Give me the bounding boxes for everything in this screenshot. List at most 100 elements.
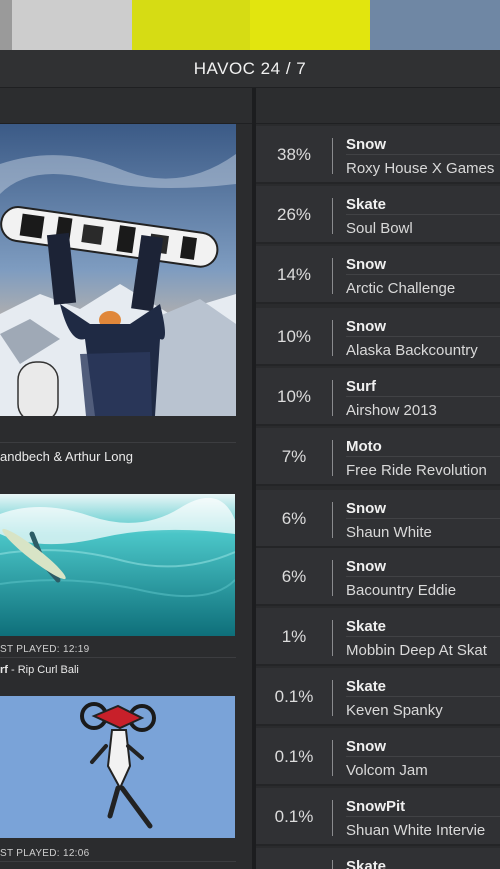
right-subheader	[256, 88, 500, 124]
list-item[interactable]: 38% Snow Roxy House X Games	[256, 126, 500, 184]
last-played-time: ST PLAYED: 12:19	[0, 644, 90, 655]
color-swatch	[250, 0, 370, 50]
item-category: Skate	[346, 618, 387, 635]
share-percent: 1%	[281, 627, 307, 646]
list-item[interactable]: 7% Moto Free Ride Revolution	[256, 428, 500, 486]
item-category: Snow	[346, 136, 386, 153]
moto-photo	[0, 696, 235, 838]
item-title: Free Ride Revolution	[346, 462, 487, 479]
color-swatch	[370, 0, 500, 50]
surf-photo	[0, 494, 235, 636]
item-title: Mobbin Deep At Skat	[346, 642, 487, 659]
list-item[interactable]: 10% Snow Alaska Backcountry	[256, 308, 500, 366]
item-category: Snow	[346, 256, 386, 273]
app-title: HAVOC 24 / 7	[193, 58, 307, 78]
list-item[interactable]: 1% Skate Mobbin Deep At Skat	[256, 608, 500, 666]
video-caption: andbech & Arthur Long	[0, 449, 133, 464]
row-divider	[332, 138, 333, 174]
list-item[interactable]: 0.1% Skate Keven Spanky	[256, 668, 500, 726]
item-category: Snow	[346, 558, 386, 575]
row-divider	[332, 258, 333, 294]
share-percent: 0.1%	[274, 807, 314, 826]
row-divider	[332, 680, 333, 716]
share-percent: 10%	[276, 327, 312, 346]
item-category: Skate	[346, 858, 387, 869]
list-item[interactable]: 14% Snow Arctic Challenge	[256, 246, 500, 304]
color-swatch	[12, 0, 132, 50]
row-rule	[346, 636, 500, 637]
video-feed: andbech & Arthur Long ST PLAYED: 12:19 r…	[0, 124, 252, 869]
row-rule	[346, 274, 500, 275]
color-swatch	[0, 0, 12, 50]
item-category: Surf	[346, 378, 376, 395]
item-category: Skate	[346, 678, 387, 695]
video-category: rf	[0, 664, 11, 676]
row-divider	[332, 440, 333, 476]
item-title: Keven Spanky	[346, 702, 443, 719]
card-divider	[0, 657, 236, 658]
list-item[interactable]: 6% Snow Bacountry Eddie	[256, 548, 500, 606]
video-thumbnail[interactable]	[0, 124, 236, 416]
row-rule	[346, 214, 500, 215]
color-swatch	[132, 0, 250, 50]
item-category: Snow	[346, 500, 386, 517]
share-percent: 38%	[276, 145, 312, 164]
share-percent: 6%	[281, 509, 307, 528]
row-rule	[346, 576, 500, 577]
list-item[interactable]: 0.1% SnowPit Shuan White Intervie	[256, 788, 500, 846]
row-rule	[346, 816, 500, 817]
row-divider	[332, 620, 333, 656]
item-category: Snow	[346, 738, 386, 755]
row-rule	[346, 518, 500, 519]
share-percent: 0.1%	[274, 687, 314, 706]
item-category: Snow	[346, 318, 386, 335]
app-header: HAVOC 24 / 7	[0, 50, 500, 88]
item-category: SnowPit	[346, 798, 406, 815]
item-category: Moto	[346, 438, 382, 455]
share-percent: 6%	[281, 567, 307, 586]
item-title: Airshow 2013	[346, 402, 437, 419]
video-thumbnail[interactable]	[0, 696, 235, 838]
row-divider	[332, 800, 333, 836]
item-title: Shaun White	[346, 524, 432, 541]
row-rule	[346, 756, 500, 757]
video-title: andbech & Arthur Long	[0, 449, 133, 464]
row-divider	[332, 740, 333, 776]
color-strip	[0, 0, 500, 50]
share-percent: 14%	[276, 265, 312, 284]
share-percent: 0.1%	[274, 747, 314, 766]
list-item[interactable]: 6% Snow Shaun White	[256, 490, 500, 548]
row-rule	[346, 396, 500, 397]
share-percent: 7%	[281, 447, 307, 466]
item-title: Soul Bowl	[346, 220, 413, 237]
row-divider	[332, 380, 333, 416]
row-divider	[332, 198, 333, 234]
video-thumbnail[interactable]	[0, 494, 235, 636]
share-percent: 10%	[276, 387, 312, 406]
row-divider	[332, 860, 333, 869]
list-item[interactable]: 26% Skate Soul Bowl	[256, 186, 500, 244]
list-item[interactable]: 10% Surf Airshow 2013	[256, 368, 500, 426]
item-title: Roxy House X Games	[346, 160, 495, 177]
item-title: Bacountry Eddie	[346, 582, 457, 599]
row-rule	[346, 456, 500, 457]
list-item[interactable]: 0.1% Snow Volcom Jam	[256, 728, 500, 786]
share-percent	[256, 848, 332, 869]
item-title: Shuan White Intervie	[346, 822, 486, 839]
video-caption: rf - Rip Curl Bali	[0, 664, 79, 676]
row-rule	[346, 154, 500, 155]
item-title: Alaska Backcountry	[346, 342, 478, 359]
item-title: Volcom Jam	[346, 762, 428, 779]
row-divider	[332, 560, 333, 596]
snowboard-photo	[0, 124, 236, 416]
item-category: Skate	[346, 196, 387, 213]
last-played-time: ST PLAYED: 12:06	[0, 848, 90, 859]
left-subheader	[0, 88, 252, 124]
list-item[interactable]: Skate	[256, 848, 500, 869]
card-divider	[0, 861, 236, 862]
row-rule	[346, 696, 500, 697]
item-title: Arctic Challenge	[346, 280, 456, 297]
share-percent: 26%	[276, 205, 312, 224]
card-divider	[0, 442, 236, 443]
row-divider	[332, 502, 333, 538]
